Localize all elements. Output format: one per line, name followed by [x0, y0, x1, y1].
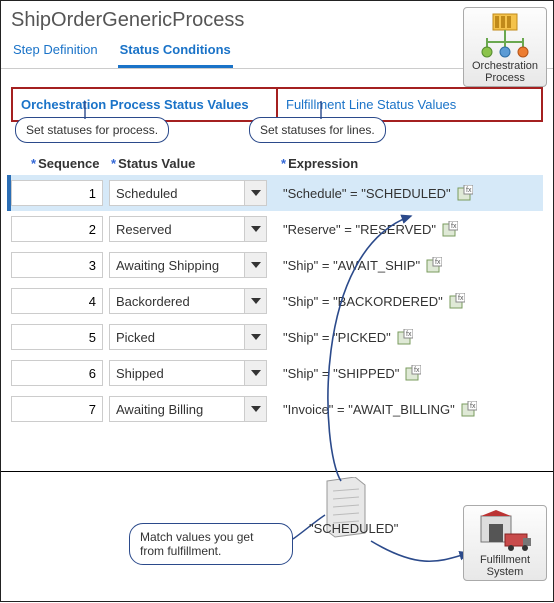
status-value-select[interactable]: Shipped — [109, 360, 267, 386]
expression-editor-icon[interactable]: fx — [449, 293, 465, 309]
status-value-label: Awaiting Billing — [116, 402, 203, 417]
status-value-select[interactable]: Scheduled — [109, 180, 267, 206]
expression-editor-icon[interactable]: fx — [405, 365, 421, 381]
expression-cell: "Reserve" = "RESERVED" fx — [273, 221, 543, 237]
chevron-down-icon — [244, 289, 266, 313]
chevron-down-icon — [244, 361, 266, 385]
status-value-select[interactable]: Backordered — [109, 288, 267, 314]
orchestration-process-badge: Orchestration Process — [463, 7, 547, 87]
sequence-input[interactable] — [11, 360, 103, 386]
status-value-select[interactable]: Reserved — [109, 216, 267, 242]
warehouse-truck-icon — [475, 510, 535, 554]
callout-line-statuses: Set statuses for lines. — [249, 117, 386, 143]
table-row[interactable]: Scheduled "Schedule" = "SCHEDULED" fx — [7, 175, 543, 211]
expression-cell: "Schedule" = "SCHEDULED" fx — [273, 185, 543, 201]
callout-match-values: Match values you get from fulfillment. — [129, 523, 293, 565]
chevron-down-icon — [244, 325, 266, 349]
table-row[interactable]: Backordered "Ship" = "BACKORDERED" fx — [11, 283, 543, 319]
status-value-label: Reserved — [116, 222, 172, 237]
col-header-expression: *Expression — [271, 156, 543, 171]
expression-cell: "Ship" = "SHIPPED" fx — [273, 365, 543, 381]
orchestration-icon — [475, 12, 535, 60]
status-value-select[interactable]: Awaiting Billing — [109, 396, 267, 422]
status-rows: Scheduled "Schedule" = "SCHEDULED" fx Re… — [1, 171, 553, 437]
table-row[interactable]: Picked "Ship" = "PICKED" fx — [11, 319, 543, 355]
chevron-down-icon — [244, 217, 266, 241]
tab-status-conditions[interactable]: Status Conditions — [118, 36, 233, 68]
expression-cell: "Invoice" = "AWAIT_BILLING" fx — [273, 401, 543, 417]
status-value-select[interactable]: Awaiting Shipping — [109, 252, 267, 278]
status-value-label: Scheduled — [116, 186, 177, 201]
expression-editor-icon[interactable]: fx — [461, 401, 477, 417]
table-row[interactable]: Reserved "Reserve" = "RESERVED" fx — [11, 211, 543, 247]
sequence-input[interactable] — [11, 180, 103, 206]
status-value-label: Awaiting Shipping — [116, 258, 219, 273]
sequence-input[interactable] — [11, 396, 103, 422]
subtab-fulfillment-line-status-values[interactable]: Fulfillment Line Status Values — [278, 89, 541, 120]
table-row[interactable]: Awaiting Billing "Invoice" = "AWAIT_BILL… — [11, 391, 543, 427]
tab-step-definition[interactable]: Step Definition — [11, 36, 100, 68]
svg-text:fx: fx — [458, 295, 464, 302]
fulfillment-system-badge: Fulfillment System — [463, 505, 547, 581]
svg-text:fx: fx — [435, 259, 441, 266]
chevron-down-icon — [244, 181, 266, 205]
expression-editor-icon[interactable]: fx — [426, 257, 442, 273]
expression-editor-icon[interactable]: fx — [457, 185, 473, 201]
sequence-input[interactable] — [11, 216, 103, 242]
table-header: *Sequence *Status Value *Expression — [1, 156, 553, 171]
scheduled-value-label: "SCHEDULED" — [309, 521, 398, 536]
status-value-label: Backordered — [116, 294, 190, 309]
callout-process-statuses: Set statuses for process. — [15, 117, 169, 143]
expression-cell: "Ship" = "PICKED" fx — [273, 329, 543, 345]
expression-editor-icon[interactable]: fx — [442, 221, 458, 237]
expression-cell: "Ship" = "BACKORDERED" fx — [273, 293, 543, 309]
svg-text:fx: fx — [451, 223, 457, 230]
table-row[interactable]: Awaiting Shipping "Ship" = "AWAIT_SHIP" … — [11, 247, 543, 283]
sequence-input[interactable] — [11, 288, 103, 314]
table-row[interactable]: Shipped "Ship" = "SHIPPED" fx — [11, 355, 543, 391]
fulfillment-badge-label: Fulfillment System — [466, 554, 544, 578]
chevron-down-icon — [244, 397, 266, 421]
sequence-input[interactable] — [11, 324, 103, 350]
chevron-down-icon — [244, 253, 266, 277]
col-header-sequence: *Sequence — [11, 156, 111, 171]
subtab-orchestration-status-values[interactable]: Orchestration Process Status Values — [13, 89, 278, 120]
svg-text:fx: fx — [470, 403, 476, 410]
status-value-label: Picked — [116, 330, 155, 345]
status-value-label: Shipped — [116, 366, 164, 381]
col-header-status-value: *Status Value — [111, 156, 271, 171]
svg-text:fx: fx — [466, 187, 472, 194]
sequence-input[interactable] — [11, 252, 103, 278]
svg-text:fx: fx — [406, 331, 412, 338]
status-value-select[interactable]: Picked — [109, 324, 267, 350]
orchestration-badge-label: Orchestration Process — [466, 60, 544, 84]
expression-cell: "Ship" = "AWAIT_SHIP" fx — [273, 257, 543, 273]
svg-text:fx: fx — [414, 367, 420, 374]
expression-editor-icon[interactable]: fx — [397, 329, 413, 345]
